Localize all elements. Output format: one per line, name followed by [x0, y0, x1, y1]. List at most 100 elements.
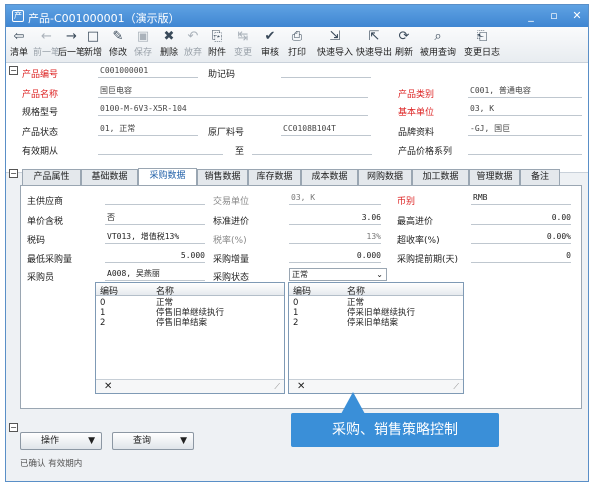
min-qty-field[interactable]: 5.000: [105, 250, 205, 263]
toolbar-icon: ▣: [136, 29, 150, 44]
toolbar-button[interactable]: → 后一笔: [58, 29, 85, 61]
purchase-status-select[interactable]: 正常 ⌄: [289, 268, 387, 281]
sales-status-dropdown: 编码 名称 0 正常 1 停售旧单继续执行 2 停售旧单结案 ✕ ⟋: [95, 282, 285, 394]
tab-purchase-active[interactable]: 采购数据: [138, 168, 197, 185]
mnemonic-label: 助记码: [208, 70, 236, 80]
query-button[interactable]: 查询 ▼: [112, 432, 194, 450]
tab-item[interactable]: 库存数据: [248, 169, 301, 185]
toolbar-button-label: 删除: [160, 48, 179, 58]
toolbar-button[interactable]: ⌕ 被用查询: [420, 29, 456, 61]
validity-from-field[interactable]: [98, 142, 223, 155]
collapse-actions-icon[interactable]: −: [9, 423, 18, 432]
toolbar-button[interactable]: ✔ 审核: [261, 29, 279, 61]
collapse-icon[interactable]: −: [9, 66, 18, 75]
close-icon[interactable]: ✕: [297, 381, 305, 392]
product-code-label: 产品编号: [22, 70, 59, 80]
toolbar-button[interactable]: ⎗ 变更日志: [464, 29, 500, 61]
minimize-button[interactable]: _: [524, 9, 538, 23]
trade-unit-field[interactable]: 03, K: [289, 192, 381, 205]
toolbar-button-label: 快速导出: [356, 48, 393, 58]
price-series-field[interactable]: [468, 142, 582, 155]
min-qty-label: 最低采购量: [27, 255, 73, 265]
toolbar-button-label: 刷新: [395, 48, 414, 58]
toolbar-button[interactable]: ▣ 保存: [134, 29, 152, 61]
toolbar-button-label: 打印: [288, 48, 307, 58]
over-rate-field[interactable]: 0.00%: [471, 231, 571, 244]
chevron-down-icon[interactable]: ⌄: [376, 269, 383, 281]
tax-included-field[interactable]: 否: [105, 212, 205, 225]
toolbar-button-label: 修改: [109, 48, 128, 58]
spec-field[interactable]: 0100-M-6V3-X5R-104: [98, 103, 368, 116]
toolbar-button[interactable]: ↶ 放弃: [184, 29, 202, 61]
currency-label: 币别: [397, 197, 416, 207]
list-item[interactable]: 0 正常: [96, 298, 284, 308]
detail-tabs: 产品属性 基础数据 采购数据 销售数据 库存数据 成本数据 网购数据 加工数据 管理数据 备注: [6, 168, 588, 185]
maximize-button[interactable]: ▫: [547, 9, 561, 23]
orig-part-field[interactable]: CC0108B104T: [281, 123, 371, 136]
resize-grip-icon[interactable]: ⟋: [274, 382, 280, 392]
toolbar-button[interactable]: ⇱ 快速导出: [356, 29, 392, 61]
currency-field[interactable]: RMB: [471, 192, 571, 205]
tax-code-field[interactable]: VT013, 增值税13%: [105, 231, 205, 244]
toolbar-button[interactable]: ⎘ 附件: [208, 29, 226, 61]
increment-field[interactable]: 0.000: [289, 250, 381, 263]
max-price-field[interactable]: 0.00: [471, 212, 571, 225]
brand-field[interactable]: -GJ, 国巨: [468, 123, 582, 136]
toolbar-icon: ⇲: [329, 29, 341, 44]
mnemonic-field[interactable]: [281, 65, 371, 78]
purchase-status-dropdown: 编码 名称 0 正常 1 停采旧单继续执行 2 停采旧单结案 ✕ ⟋: [288, 282, 464, 394]
list-item[interactable]: 1 停售旧单继续执行: [96, 308, 284, 318]
tab-item[interactable]: 产品属性: [22, 169, 81, 185]
toolbar-icon: ✖: [163, 29, 175, 44]
toolbar-button[interactable]: ✎ 修改: [109, 29, 127, 61]
toolbar-button-label: 放弃: [184, 48, 203, 58]
tab-item[interactable]: 备注: [520, 169, 560, 185]
toolbar-button[interactable]: ⟳ 刷新: [395, 29, 413, 61]
list-item-name: 停采旧单结案: [347, 318, 399, 328]
buyer-field[interactable]: A008, 吴燕丽: [105, 268, 205, 281]
toolbar-button[interactable]: □ 新增: [84, 29, 102, 61]
list-item[interactable]: 0 正常: [289, 298, 463, 308]
tab-item[interactable]: 管理数据: [469, 169, 520, 185]
toolbar-icon: →: [66, 29, 77, 44]
toolbar-icon: ✔: [264, 29, 276, 44]
callout-pointer: [341, 392, 365, 414]
list-item[interactable]: 1 停采旧单继续执行: [289, 308, 463, 318]
tax-rate-field[interactable]: 13%: [289, 231, 381, 244]
validity-to-field[interactable]: [252, 142, 372, 155]
operate-button[interactable]: 操作 ▼: [20, 432, 102, 450]
toolbar-button[interactable]: ⇦ 清单: [10, 29, 28, 61]
category-label: 产品类别: [398, 90, 435, 100]
product-header-form: − 产品编号 C001000001 助记码 产品名称 国巨电容 产品类别 C00…: [6, 63, 588, 173]
product-window: 产 产品-C001000001（演示版） _ ▫ ✕ ⇦ 清单 ← 前一笔 → 后一笔 □ 新…: [5, 4, 589, 482]
unit-field[interactable]: 03, K: [468, 103, 582, 116]
toolbar-button-label: 快速导入: [317, 48, 354, 58]
tab-item[interactable]: 成本数据: [301, 169, 358, 185]
resize-grip-icon[interactable]: ⟋: [453, 382, 459, 392]
toolbar-button-label: 变更日志: [464, 48, 501, 58]
list-item-code: 1: [293, 308, 299, 318]
tab-item[interactable]: 加工数据: [412, 169, 469, 185]
toolbar-button[interactable]: ✖ 删除: [160, 29, 178, 61]
close-icon[interactable]: ✕: [104, 381, 112, 392]
lead-time-field[interactable]: 0: [471, 250, 571, 263]
supplier-field[interactable]: [105, 192, 205, 205]
std-price-field[interactable]: 3.06: [289, 212, 381, 225]
toolbar-button[interactable]: ⇲ 快速导入: [317, 29, 353, 61]
list-item-code: 2: [100, 318, 106, 328]
close-button[interactable]: ✕: [570, 9, 584, 23]
toolbar-button[interactable]: ⎙ 打印: [288, 29, 306, 61]
list-item[interactable]: 2 停采旧单结案: [289, 318, 463, 328]
feature-callout: 采购、销售策略控制: [291, 413, 499, 447]
tab-item[interactable]: 基础数据: [81, 169, 138, 185]
toolbar-icon: ⟳: [398, 29, 410, 44]
tab-item[interactable]: 销售数据: [197, 169, 248, 185]
toolbar-button[interactable]: ↹ 变更: [234, 29, 252, 61]
category-field[interactable]: C001, 普通电容: [468, 85, 582, 98]
product-code-field[interactable]: C001000001: [98, 65, 198, 78]
toolbar-button[interactable]: ← 前一笔: [33, 29, 60, 61]
list-item[interactable]: 2 停售旧单结案: [96, 318, 284, 328]
tab-item[interactable]: 网购数据: [358, 169, 412, 185]
status-field[interactable]: 01, 正常: [98, 123, 198, 136]
product-name-field[interactable]: 国巨电容: [98, 85, 368, 98]
